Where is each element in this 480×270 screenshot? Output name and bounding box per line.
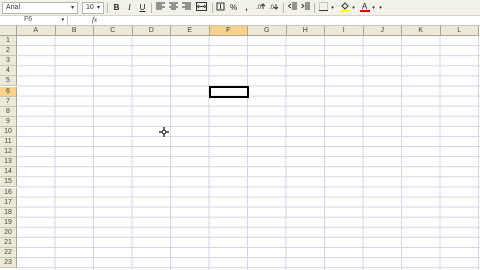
row-header-8[interactable]: 8 <box>0 106 17 117</box>
percent-button[interactable]: % <box>228 2 239 14</box>
chevron-down-icon[interactable]: ▾ <box>69 4 76 12</box>
align-left-icon <box>156 2 165 10</box>
decrease-indent-icon <box>287 2 297 10</box>
row-header-7[interactable]: 7 <box>0 96 17 107</box>
row-header-17[interactable]: 17 <box>0 197 17 208</box>
row-header-21[interactable]: 21 <box>0 238 17 249</box>
italic-button[interactable]: I <box>124 2 135 14</box>
formula-bar: F6 ▾ fx <box>0 16 480 26</box>
font-name-value: Arial <box>6 4 21 11</box>
column-header-h[interactable]: H <box>286 26 325 36</box>
font-size-combo[interactable]: 10 ▾ <box>82 2 104 14</box>
column-header-g[interactable]: G <box>248 26 287 36</box>
font-name-combo[interactable]: Arial ▾ <box>2 2 78 14</box>
decrease-decimal-button[interactable]: .0 <box>268 2 279 14</box>
svg-text:.0: .0 <box>256 5 262 11</box>
font-color-button[interactable]: A <box>359 2 370 14</box>
row-header-9[interactable]: 9 <box>0 116 17 127</box>
row-header-13[interactable]: 13 <box>0 157 17 168</box>
decrease-decimal-icon: .0 <box>269 4 278 11</box>
toolbar-separator <box>283 3 284 13</box>
toolbar-separator <box>151 3 152 13</box>
increase-indent-button[interactable] <box>300 2 311 14</box>
borders-icon <box>319 2 328 11</box>
column-header-i[interactable]: I <box>325 26 364 36</box>
paint-bucket-icon <box>339 2 350 12</box>
cell-cursor-icon <box>159 127 169 137</box>
svg-text:.0: .0 <box>269 5 275 11</box>
row-header-18[interactable]: 18 <box>0 207 17 218</box>
chevron-down-icon[interactable]: ▾ <box>370 2 377 14</box>
column-header-d[interactable]: D <box>132 26 171 36</box>
column-header-k[interactable]: K <box>402 26 441 36</box>
row-header-23[interactable]: 23 <box>0 258 17 269</box>
row-header-22[interactable]: 22 <box>0 248 17 259</box>
column-header-b[interactable]: B <box>55 26 94 36</box>
row-header-16[interactable]: 16 <box>0 187 17 198</box>
active-cell[interactable] <box>209 86 249 98</box>
align-center-icon <box>169 2 178 10</box>
chevron-down-icon[interactable]: ▾ <box>95 4 102 12</box>
decrease-indent-button[interactable] <box>287 2 298 14</box>
name-box-value: F6 <box>24 16 33 23</box>
currency-icon <box>216 2 225 11</box>
align-right-button[interactable] <box>181 2 192 14</box>
column-header-e[interactable]: E <box>171 26 210 36</box>
row-header-20[interactable]: 20 <box>0 227 17 238</box>
underline-button[interactable]: U <box>137 2 148 14</box>
row-header-2[interactable]: 2 <box>0 46 17 57</box>
row-header-12[interactable]: 12 <box>0 147 17 158</box>
increase-decimal-button[interactable]: .0 <box>255 2 266 14</box>
row-header-4[interactable]: 4 <box>0 66 17 77</box>
currency-button[interactable] <box>215 2 226 14</box>
row-header-5[interactable]: 5 <box>0 76 17 87</box>
name-box[interactable]: F6 ▾ <box>0 16 68 25</box>
row-header-14[interactable]: 14 <box>0 167 17 178</box>
column-header-l[interactable]: L <box>440 26 479 36</box>
fx-icon[interactable]: fx <box>92 16 97 24</box>
fill-color-button[interactable] <box>339 2 350 14</box>
toolbar-separator <box>107 3 108 13</box>
cell-area[interactable] <box>17 36 480 270</box>
worksheet-grid[interactable]: A B C D E F G H I J K L 1 2 3 4 5 6 7 8 9 10 11 12 13 14 15 16 17 18 1… <box>0 26 480 270</box>
merge-center-button[interactable] <box>195 2 208 14</box>
align-left-button[interactable] <box>155 2 166 14</box>
row-header-11[interactable]: 11 <box>0 137 17 148</box>
align-right-icon <box>182 2 191 10</box>
align-center-button[interactable] <box>168 2 179 14</box>
font-size-value: 10 <box>86 4 94 11</box>
row-header-10[interactable]: 10 <box>0 126 17 137</box>
row-header-1[interactable]: 1 <box>0 36 17 47</box>
increase-indent-icon <box>301 2 310 10</box>
row-header-19[interactable]: 19 <box>0 217 17 228</box>
toolbar-separator <box>212 3 213 13</box>
increase-decimal-icon: .0 <box>256 3 265 11</box>
formatting-toolbar: Arial ▾ 10 ▾ B I U % , .0 .0 ▾ ▾ A ▾ ▾ <box>0 0 480 16</box>
bold-button[interactable]: B <box>111 2 122 14</box>
row-header-6[interactable]: 6 <box>0 86 17 97</box>
comma-style-button[interactable]: , <box>241 2 252 14</box>
row-header-3[interactable]: 3 <box>0 56 17 67</box>
toolbar-separator <box>314 3 315 13</box>
svg-text:A: A <box>362 2 368 11</box>
chevron-down-icon[interactable]: ▾ <box>329 2 336 14</box>
column-header-j[interactable]: J <box>363 26 402 36</box>
font-color-icon: A <box>359 2 370 12</box>
chevron-down-icon[interactable]: ▾ <box>61 16 64 24</box>
column-header-a[interactable]: A <box>17 26 56 36</box>
column-header-c[interactable]: C <box>94 26 133 36</box>
row-header-15[interactable]: 15 <box>0 177 17 188</box>
merge-center-icon <box>196 2 207 11</box>
select-all-corner[interactable] <box>0 26 17 36</box>
column-header-f[interactable]: F <box>209 26 248 36</box>
chevron-down-icon[interactable]: ▾ <box>350 2 357 14</box>
borders-button[interactable] <box>318 2 329 14</box>
toolbar-options-icon[interactable]: ▾ <box>378 2 383 14</box>
